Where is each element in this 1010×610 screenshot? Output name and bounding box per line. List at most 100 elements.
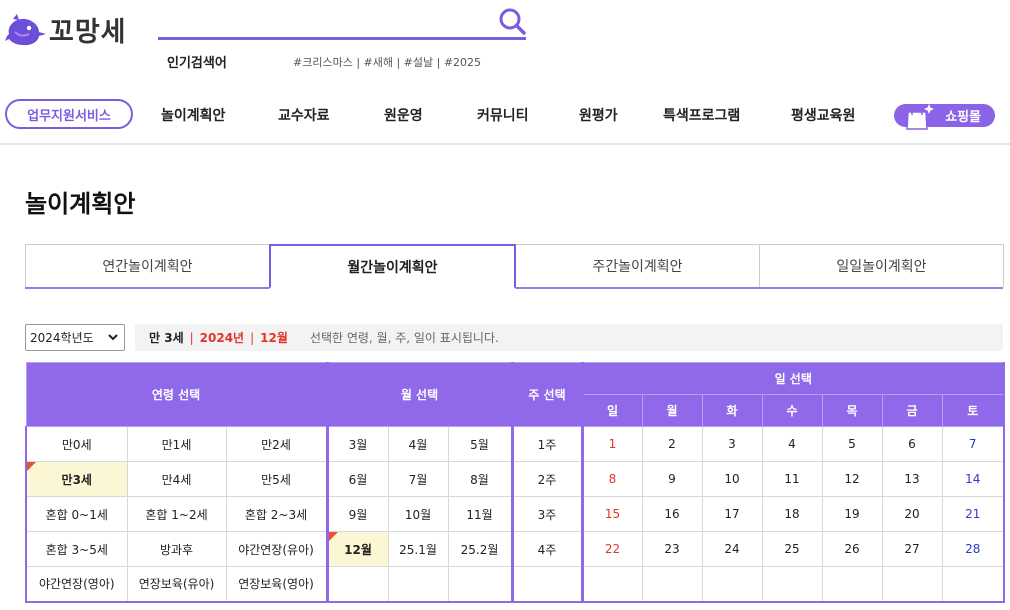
tab-annual-plan[interactable]: 연간놀이계획안: [25, 244, 270, 287]
work-support-button[interactable]: 업무지원서비스: [5, 99, 133, 129]
day-cell[interactable]: 15: [580, 496, 643, 532]
age-cell[interactable]: 혼합 2~3세: [225, 496, 328, 532]
nav-item-special-program[interactable]: 특색프로그램: [663, 105, 740, 125]
bird-logo-icon: [5, 13, 46, 45]
day-cell[interactable]: 25: [761, 531, 823, 567]
age-cell[interactable]: 연장보육(영아): [225, 566, 328, 603]
month-cell[interactable]: 25.1월: [387, 531, 449, 567]
age-select-header: 연령 선택: [25, 362, 328, 427]
tab-weekly-plan[interactable]: 주간놀이계획안: [515, 244, 760, 287]
page-title: 놀이계획안: [25, 190, 136, 218]
month-cell-selected[interactable]: 12월: [325, 531, 389, 567]
month-cell[interactable]: 4월: [387, 426, 449, 462]
nav-item-evaluation[interactable]: 원평가: [579, 105, 618, 125]
day-cell[interactable]: 9: [641, 461, 703, 497]
tab-monthly-plan[interactable]: 월간놀이계획안: [269, 244, 516, 289]
week-cell[interactable]: 3주: [510, 496, 583, 532]
week-cell[interactable]: 4주: [510, 531, 583, 567]
popular-search-label: 인기검색어: [167, 56, 227, 71]
month-cell[interactable]: 6월: [325, 461, 389, 497]
weekday-header: 월: [641, 394, 703, 427]
week-cell[interactable]: 1주: [510, 426, 583, 462]
month-cell[interactable]: 11월: [447, 496, 513, 532]
month-cell[interactable]: 25.2월: [447, 531, 513, 567]
selected-age: 만 3세: [149, 331, 184, 345]
month-cell[interactable]: 7월: [387, 461, 449, 497]
logo[interactable]: 꼬망세: [5, 10, 127, 49]
age-cell[interactable]: 만0세: [25, 426, 128, 462]
day-cell[interactable]: 19: [821, 496, 883, 532]
day-cell-empty: [941, 566, 1005, 603]
nav-item-play-plan[interactable]: 놀이계획안: [161, 105, 225, 125]
month-cell[interactable]: 8월: [447, 461, 513, 497]
week-cell-empty: [510, 566, 583, 603]
day-cell-empty: [761, 566, 823, 603]
week-select-header: 주 선택: [510, 362, 583, 427]
day-cell[interactable]: 18: [761, 496, 823, 532]
tab-daily-plan[interactable]: 일일놀이계획안: [759, 244, 1004, 287]
day-select-header: 일 선택: [580, 362, 1005, 395]
day-cell[interactable]: 27: [881, 531, 943, 567]
day-cell[interactable]: 4: [761, 426, 823, 462]
age-cell[interactable]: 혼합 1~2세: [126, 496, 227, 532]
nav-item-teaching-materials[interactable]: 교수자료: [278, 105, 330, 125]
month-cell[interactable]: 3월: [325, 426, 389, 462]
age-cell[interactable]: 만2세: [225, 426, 328, 462]
day-cell-empty: [881, 566, 943, 603]
day-cell[interactable]: 10: [701, 461, 763, 497]
weekday-header: 금: [881, 394, 943, 427]
day-cell[interactable]: 8: [580, 461, 643, 497]
month-cell[interactable]: 9월: [325, 496, 389, 532]
month-select-header: 월 선택: [325, 362, 513, 427]
age-cell[interactable]: 만1세: [126, 426, 227, 462]
age-cell[interactable]: 야간연장(영아): [25, 566, 128, 603]
popular-search-tags[interactable]: #크리스마스 | #새해 | #설날 | #2025: [293, 54, 481, 70]
age-cell-selected[interactable]: 만3세: [25, 461, 128, 497]
day-cell[interactable]: 2: [641, 426, 703, 462]
month-cell-empty: [325, 566, 389, 603]
nav-item-community[interactable]: 커뮤니티: [477, 105, 529, 125]
age-cell[interactable]: 야간연장(유아): [225, 531, 328, 567]
day-cell[interactable]: 21: [941, 496, 1005, 532]
day-cell[interactable]: 26: [821, 531, 883, 567]
day-cell-empty: [701, 566, 763, 603]
day-cell[interactable]: 6: [881, 426, 943, 462]
nav-item-operation[interactable]: 원운영: [384, 105, 423, 125]
nav-item-lifelong-education[interactable]: 평생교육원: [791, 105, 855, 125]
selection-summary: 만 3세 | 2024년 | 12월 선택한 연령, 월, 주, 일이 표시됩니…: [135, 324, 1003, 351]
day-cell[interactable]: 1: [580, 426, 643, 462]
day-cell[interactable]: 13: [881, 461, 943, 497]
day-cell[interactable]: 14: [941, 461, 1005, 497]
age-cell[interactable]: 혼합 3~5세: [25, 531, 128, 567]
age-cell[interactable]: 만5세: [225, 461, 328, 497]
logo-text: 꼬망세: [49, 17, 127, 48]
day-cell[interactable]: 12: [821, 461, 883, 497]
day-cell[interactable]: 24: [701, 531, 763, 567]
week-cell[interactable]: 2주: [510, 461, 583, 497]
age-cell[interactable]: 만4세: [126, 461, 227, 497]
chevron-down-icon: [108, 334, 118, 341]
day-cell[interactable]: 5: [821, 426, 883, 462]
month-cell[interactable]: 10월: [387, 496, 449, 532]
day-cell[interactable]: 22: [580, 531, 643, 567]
age-cell[interactable]: 방과후: [126, 531, 227, 567]
day-cell-empty: [580, 566, 643, 603]
search-icon[interactable]: [497, 6, 527, 36]
selected-year: 2024년: [199, 331, 245, 345]
school-year-select[interactable]: 2024학년도: [25, 324, 125, 351]
school-year-value: 2024학년도: [30, 331, 94, 345]
search-input[interactable]: [158, 37, 526, 40]
weekday-header: 화: [701, 394, 763, 427]
day-cell[interactable]: 28: [941, 531, 1005, 567]
day-cell[interactable]: 20: [881, 496, 943, 532]
day-cell[interactable]: 11: [761, 461, 823, 497]
day-cell[interactable]: 23: [641, 531, 703, 567]
day-cell[interactable]: 7: [941, 426, 1005, 462]
month-cell-empty: [447, 566, 513, 603]
age-cell[interactable]: 혼합 0~1세: [25, 496, 128, 532]
day-cell[interactable]: 16: [641, 496, 703, 532]
day-cell[interactable]: 3: [701, 426, 763, 462]
month-cell[interactable]: 5월: [447, 426, 513, 462]
age-cell[interactable]: 연장보육(유아): [126, 566, 227, 603]
day-cell[interactable]: 17: [701, 496, 763, 532]
